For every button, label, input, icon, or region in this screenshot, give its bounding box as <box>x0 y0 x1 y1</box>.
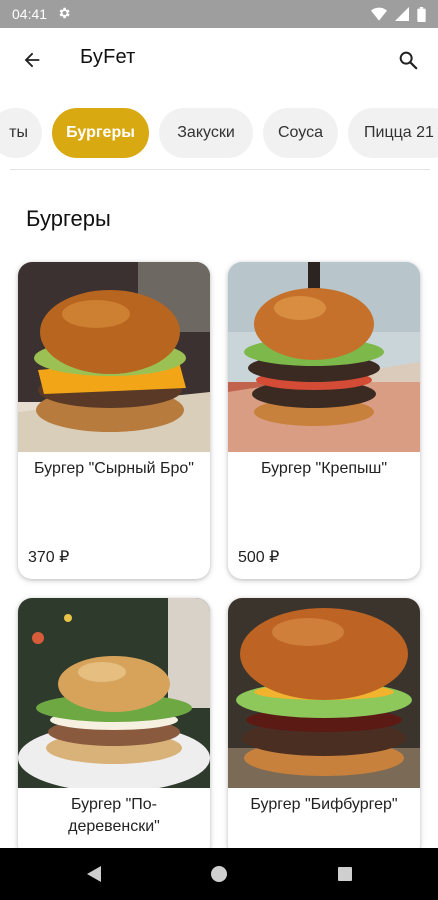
arrow-back-icon[interactable] <box>18 46 46 74</box>
burger-image <box>18 262 210 452</box>
product-name: Бургер "По-деревенски" <box>68 796 160 835</box>
divider <box>10 169 430 170</box>
battery-icon <box>417 6 426 22</box>
product-name: Бургер "Крепыш" <box>260 460 388 477</box>
nav-home-icon[interactable] <box>207 862 231 886</box>
product-card[interactable]: Бургер "По-деревенски" <box>18 598 210 858</box>
section-title: Бургеры <box>26 206 111 231</box>
burger-image <box>18 598 210 788</box>
nav-recents-icon[interactable] <box>333 862 357 886</box>
status-bar: 04:41 <box>0 0 438 28</box>
product-card[interactable]: Бургер "Бифбургер" <box>228 598 420 858</box>
chip-snacks[interactable]: Закуски <box>159 108 253 158</box>
app-bar: БуFет <box>0 28 438 90</box>
chip-sauces[interactable]: Соуса <box>263 108 338 158</box>
chip-partial[interactable]: ты <box>0 108 42 158</box>
product-card[interactable]: Бургер "Сырный Бро" 370 ₽ <box>18 262 210 579</box>
product-card[interactable]: Бургер "Крепыш" 500 ₽ <box>228 262 420 579</box>
category-chips: ты Бургеры Закуски Соуса Пицца 21 <box>0 108 438 160</box>
search-icon[interactable] <box>394 46 422 74</box>
page-title: БуFет <box>80 46 136 68</box>
product-name: Бургер "Бифбургер" <box>250 796 398 813</box>
signal-icon <box>395 7 409 21</box>
status-time: 04:41 <box>12 6 48 22</box>
burger-image <box>228 262 420 452</box>
product-price: 500 ₽ <box>238 549 280 566</box>
wifi-icon <box>371 7 387 21</box>
chip-burgers[interactable]: Бургеры <box>52 108 149 158</box>
product-name: Бургер "Сырный Бро" <box>34 460 194 477</box>
product-price: 370 ₽ <box>28 549 70 566</box>
burger-image <box>228 598 420 788</box>
system-nav-bar <box>0 848 438 900</box>
nav-back-icon[interactable] <box>82 862 106 886</box>
gear-icon <box>57 6 71 23</box>
chip-pizza[interactable]: Пицца 21 <box>348 108 438 158</box>
